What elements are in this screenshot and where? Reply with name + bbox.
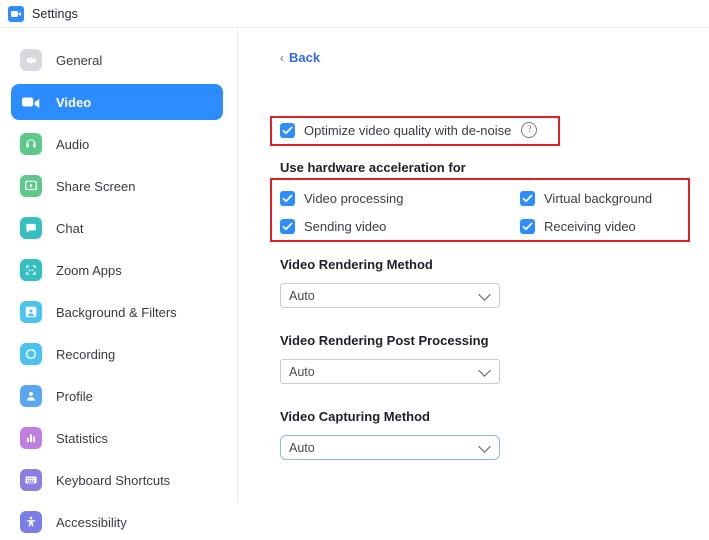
sidebar-item-label: Profile — [56, 388, 93, 404]
video-capturing-method-label: Video Capturing Method — [280, 409, 430, 424]
sending-video-checkbox[interactable] — [280, 219, 295, 234]
person-icon — [20, 385, 42, 407]
virtual-background-checkbox[interactable] — [520, 191, 535, 206]
video-camera-icon — [20, 91, 42, 113]
app-shell: General Video Audio Share Screen Chat Zo… — [0, 28, 709, 533]
select-value: Auto — [289, 440, 315, 455]
back-button-label: Back — [289, 50, 321, 65]
sidebar-item-label: General — [56, 52, 103, 68]
video-rendering-post-processing-label: Video Rendering Post Processing — [280, 333, 489, 348]
chat-bubble-icon — [20, 217, 42, 239]
zoom-apps-icon — [20, 259, 42, 281]
gear-icon — [20, 49, 42, 71]
sidebar-item-background-filters[interactable]: Background & Filters — [11, 294, 223, 330]
option-label: Virtual background — [544, 191, 653, 206]
hardware-acceleration-heading: Use hardware acceleration for — [280, 160, 466, 175]
back-button[interactable]: ‹ Back — [280, 50, 320, 65]
video-capturing-method-select[interactable]: Auto — [280, 435, 500, 460]
settings-sidebar: General Video Audio Share Screen Chat Zo… — [0, 28, 238, 533]
share-screen-icon — [20, 175, 42, 197]
video-settings-panel: ‹ Back Optimize video quality with de-no… — [238, 28, 709, 503]
keyboard-icon — [20, 469, 42, 491]
sidebar-item-label: Zoom Apps — [56, 262, 122, 278]
receiving-video-checkbox[interactable] — [520, 219, 535, 234]
option-sending-video[interactable]: Sending video — [280, 219, 520, 234]
sidebar-item-label: Background & Filters — [56, 304, 177, 320]
denoise-checkbox[interactable] — [280, 122, 295, 138]
denoise-label: Optimize video quality with de-noise — [304, 122, 512, 138]
sidebar-item-label: Share Screen — [56, 178, 136, 194]
bar-chart-icon — [20, 427, 42, 449]
sidebar-item-profile[interactable]: Profile — [11, 378, 223, 414]
hardware-acceleration-options: Video processing Virtual background Send… — [280, 191, 685, 247]
sidebar-item-accessibility[interactable]: Accessibility — [11, 504, 223, 540]
sidebar-item-chat[interactable]: Chat — [11, 210, 223, 246]
accessibility-icon — [20, 511, 42, 533]
chevron-down-icon — [478, 440, 491, 453]
video-processing-checkbox[interactable] — [280, 191, 295, 206]
denoise-option-row[interactable]: Optimize video quality with de-noise ? — [280, 122, 538, 138]
sidebar-item-zoom-apps[interactable]: Zoom Apps — [11, 252, 223, 288]
chevron-down-icon — [478, 288, 491, 301]
sidebar-item-label: Keyboard Shortcuts — [56, 472, 171, 488]
zoom-video-icon — [8, 5, 24, 22]
option-label: Video processing — [304, 191, 404, 206]
sidebar-item-share-screen[interactable]: Share Screen — [11, 168, 223, 204]
option-label: Receiving video — [544, 219, 636, 234]
sidebar-item-recording[interactable]: Recording — [11, 336, 223, 372]
sidebar-item-general[interactable]: General — [11, 42, 223, 78]
sidebar-item-label: Video — [56, 94, 92, 110]
select-value: Auto — [289, 364, 315, 379]
sidebar-item-statistics[interactable]: Statistics — [11, 420, 223, 456]
record-circle-icon — [20, 343, 42, 365]
title-bar: Settings — [0, 0, 709, 28]
question-mark-icon[interactable]: ? — [521, 122, 538, 138]
video-rendering-post-processing-select[interactable]: Auto — [280, 359, 500, 384]
chevron-left-icon: ‹ — [280, 50, 284, 65]
sidebar-item-audio[interactable]: Audio — [11, 126, 223, 162]
sidebar-item-label: Accessibility — [56, 514, 127, 530]
sidebar-item-label: Chat — [56, 220, 84, 236]
sidebar-item-keyboard-shortcuts[interactable]: Keyboard Shortcuts — [11, 462, 223, 498]
person-frame-icon — [20, 301, 42, 323]
option-video-processing[interactable]: Video processing — [280, 191, 520, 206]
option-label: Sending video — [304, 219, 387, 234]
sidebar-item-label: Statistics — [56, 430, 109, 446]
headphones-icon — [20, 133, 42, 155]
sidebar-item-label: Recording — [56, 346, 116, 362]
option-virtual-background[interactable]: Virtual background — [520, 191, 652, 206]
option-receiving-video[interactable]: Receiving video — [520, 219, 636, 234]
video-rendering-method-label: Video Rendering Method — [280, 257, 433, 272]
video-rendering-method-select[interactable]: Auto — [280, 283, 500, 308]
chevron-down-icon — [478, 364, 491, 377]
select-value: Auto — [289, 288, 315, 303]
sidebar-item-video[interactable]: Video — [11, 84, 223, 120]
window-title: Settings — [32, 6, 78, 21]
sidebar-item-label: Audio — [56, 136, 90, 152]
